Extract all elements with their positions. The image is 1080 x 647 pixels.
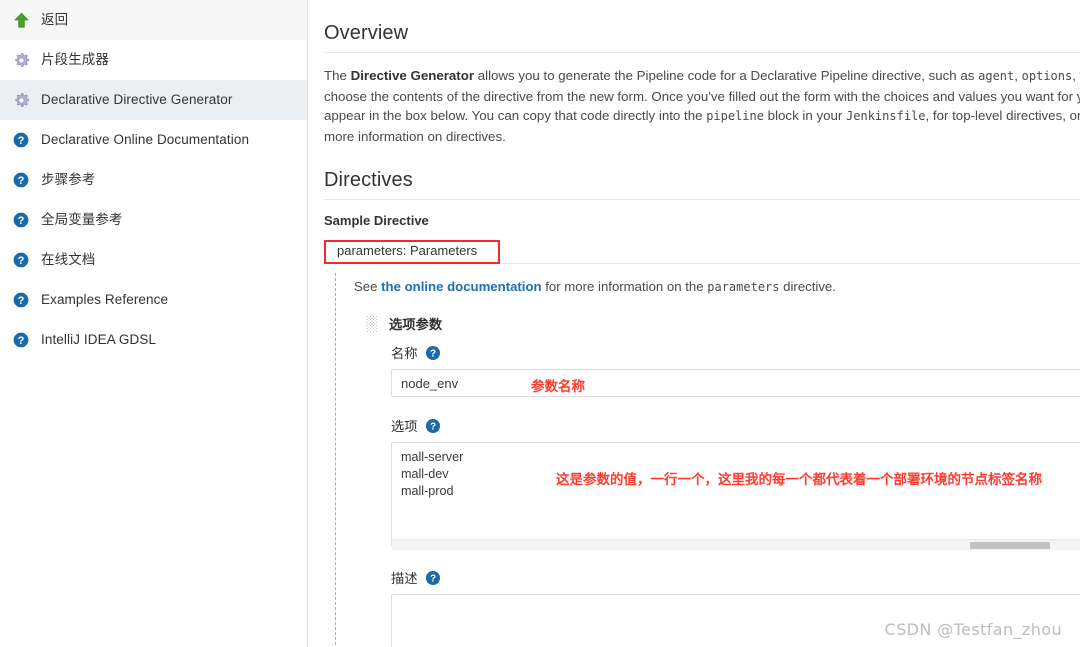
sidebar-item-label: 返回: [41, 12, 69, 28]
sample-directive-select[interactable]: parameters: Parameters: [331, 238, 483, 262]
overview-text-a: The: [324, 68, 351, 83]
sidebar-item-examples-reference[interactable]: ? Examples Reference: [0, 280, 307, 320]
name-label-row: 名称 ?: [391, 343, 1080, 362]
svg-text:?: ?: [18, 295, 25, 307]
sidebar-item-label: 片段生成器: [41, 52, 109, 68]
svg-text:?: ?: [430, 573, 436, 584]
drag-handle-icon[interactable]: [366, 315, 377, 332]
overview-l3-b: block in your: [763, 108, 847, 123]
description-label-row: 描述 ?: [391, 568, 1080, 587]
name-field-group: 名称 ? 参数名称: [391, 343, 1080, 397]
help-icon: ?: [12, 131, 30, 149]
options-field-group: 选项 ? 这是参数的值，一行一个，这里我的每一个都代表着一个部署环境的节点标签名…: [391, 416, 1080, 551]
overview-l3-a: appear in the box below. You can copy th…: [324, 108, 707, 123]
description-field-group: 描述 ?: [391, 568, 1080, 647]
help-icon[interactable]: ?: [425, 570, 440, 585]
choice-parameter-block-header: 选项参数: [366, 314, 1080, 333]
description-textarea-row: [391, 594, 1080, 647]
options-label-row: 选项 ?: [391, 416, 1080, 435]
sep-1: ,: [1014, 68, 1022, 83]
code-options: options: [1021, 69, 1073, 83]
doc-suffix: directive.: [779, 279, 836, 294]
sidebar-item-label: 全局变量参考: [41, 212, 123, 228]
name-input[interactable]: [391, 369, 1080, 397]
name-label: 名称: [391, 346, 418, 361]
name-input-row: 参数名称: [391, 369, 1080, 397]
help-icon: ?: [12, 291, 30, 309]
svg-text:?: ?: [18, 135, 25, 147]
overview-divider: [324, 52, 1080, 53]
code-parameters: parameters: [707, 280, 780, 294]
sep-2: ,: [1072, 68, 1080, 83]
sidebar-item-label: Declarative Online Documentation: [41, 132, 250, 148]
directive-form-panel: See the online documentation for more in…: [335, 273, 1080, 647]
overview-text-c: allows you to generate the Pipeline code…: [474, 68, 979, 83]
sidebar-item-label: 步骤参考: [41, 172, 96, 188]
overview-paragraph-line-3: appear in the box below. You can copy th…: [324, 106, 1080, 127]
help-icon: ?: [12, 171, 30, 189]
svg-text:?: ?: [430, 348, 436, 359]
help-icon: ?: [12, 211, 30, 229]
help-icon[interactable]: ?: [425, 418, 440, 433]
up-arrow-icon: [12, 11, 30, 29]
svg-text:?: ?: [18, 335, 25, 347]
sidebar-item-intellij-idea-gdsl[interactable]: ? IntelliJ IDEA GDSL: [0, 320, 307, 360]
sidebar-item-label: 在线文档: [41, 252, 96, 268]
help-icon[interactable]: ?: [425, 345, 440, 360]
online-documentation-link[interactable]: the online documentation: [381, 279, 541, 294]
sidebar-item-global-variable-reference[interactable]: ? 全局变量参考: [0, 200, 307, 240]
svg-text:?: ?: [430, 421, 436, 432]
description-label: 描述: [391, 571, 418, 586]
sidebar-item-steps-reference[interactable]: ? 步骤参考: [0, 160, 307, 200]
page-title: Overview: [324, 22, 409, 44]
code-jenkinsfile: Jenkinsfile: [846, 109, 926, 123]
directives-divider: [324, 199, 1080, 200]
sidebar-item-label: Examples Reference: [41, 292, 169, 308]
overview-paragraph-line-4: more information on directives.: [324, 128, 506, 144]
sidebar-item-back[interactable]: 返回: [0, 0, 307, 40]
directives-title: Directives: [324, 169, 413, 191]
options-horizontal-scrollbar[interactable]: [392, 539, 1080, 550]
sidebar-item-declarative-online-documentation[interactable]: ? Declarative Online Documentation: [0, 120, 307, 160]
sidebar-item-label: Declarative Directive Generator: [41, 92, 233, 108]
gear-icon: [12, 51, 30, 69]
description-textarea[interactable]: [391, 594, 1080, 647]
overview-paragraph-line-2: choose the contents of the directive fro…: [324, 88, 1080, 104]
help-icon: ?: [12, 251, 30, 269]
gear-icon: [12, 91, 30, 109]
doc-prefix: See: [354, 279, 382, 294]
sidebar-item-online-documentation[interactable]: ? 在线文档: [0, 240, 307, 280]
app-root: 返回 片段生成器 Declarative Directive Generator? D…: [0, 0, 1080, 647]
choice-parameter-title: 选项参数: [389, 317, 443, 332]
svg-text:?: ?: [18, 175, 25, 187]
main-content: Overview The Directive Generator allows …: [308, 0, 1080, 647]
sidebar-item-declarative-directive-generator[interactable]: Declarative Directive Generator: [0, 80, 307, 120]
code-pipeline: pipeline: [706, 109, 764, 123]
options-textarea[interactable]: [391, 442, 1080, 546]
help-icon: ?: [12, 331, 30, 349]
svg-text:?: ?: [18, 255, 25, 267]
svg-text:?: ?: [18, 215, 25, 227]
documentation-hint: See the online documentation for more in…: [354, 279, 1080, 294]
sample-directive-select-row: parameters: Parameters: [324, 238, 1080, 264]
scrollbar-thumb[interactable]: [970, 542, 1050, 549]
sidebar: 返回 片段生成器 Declarative Directive Generator? D…: [0, 0, 308, 647]
overview-bold-term: Directive Generator: [350, 68, 475, 83]
code-agent: agent: [978, 69, 1015, 83]
sidebar-item-snippet-generator[interactable]: 片段生成器: [0, 40, 307, 80]
overview-paragraph-line-1: The Directive Generator allows you to ge…: [324, 66, 1080, 87]
doc-mid: for more information on the: [541, 279, 708, 294]
sample-directive-label: Sample Directive: [324, 213, 429, 228]
sidebar-item-label: IntelliJ IDEA GDSL: [41, 332, 157, 348]
overview-l3-c: , for top-level directives, or inte: [925, 108, 1080, 123]
options-textarea-row: 这是参数的值，一行一个，这里我的每一个都代表着一个部署环境的节点标签名称: [391, 442, 1080, 551]
options-label: 选项: [391, 419, 418, 434]
